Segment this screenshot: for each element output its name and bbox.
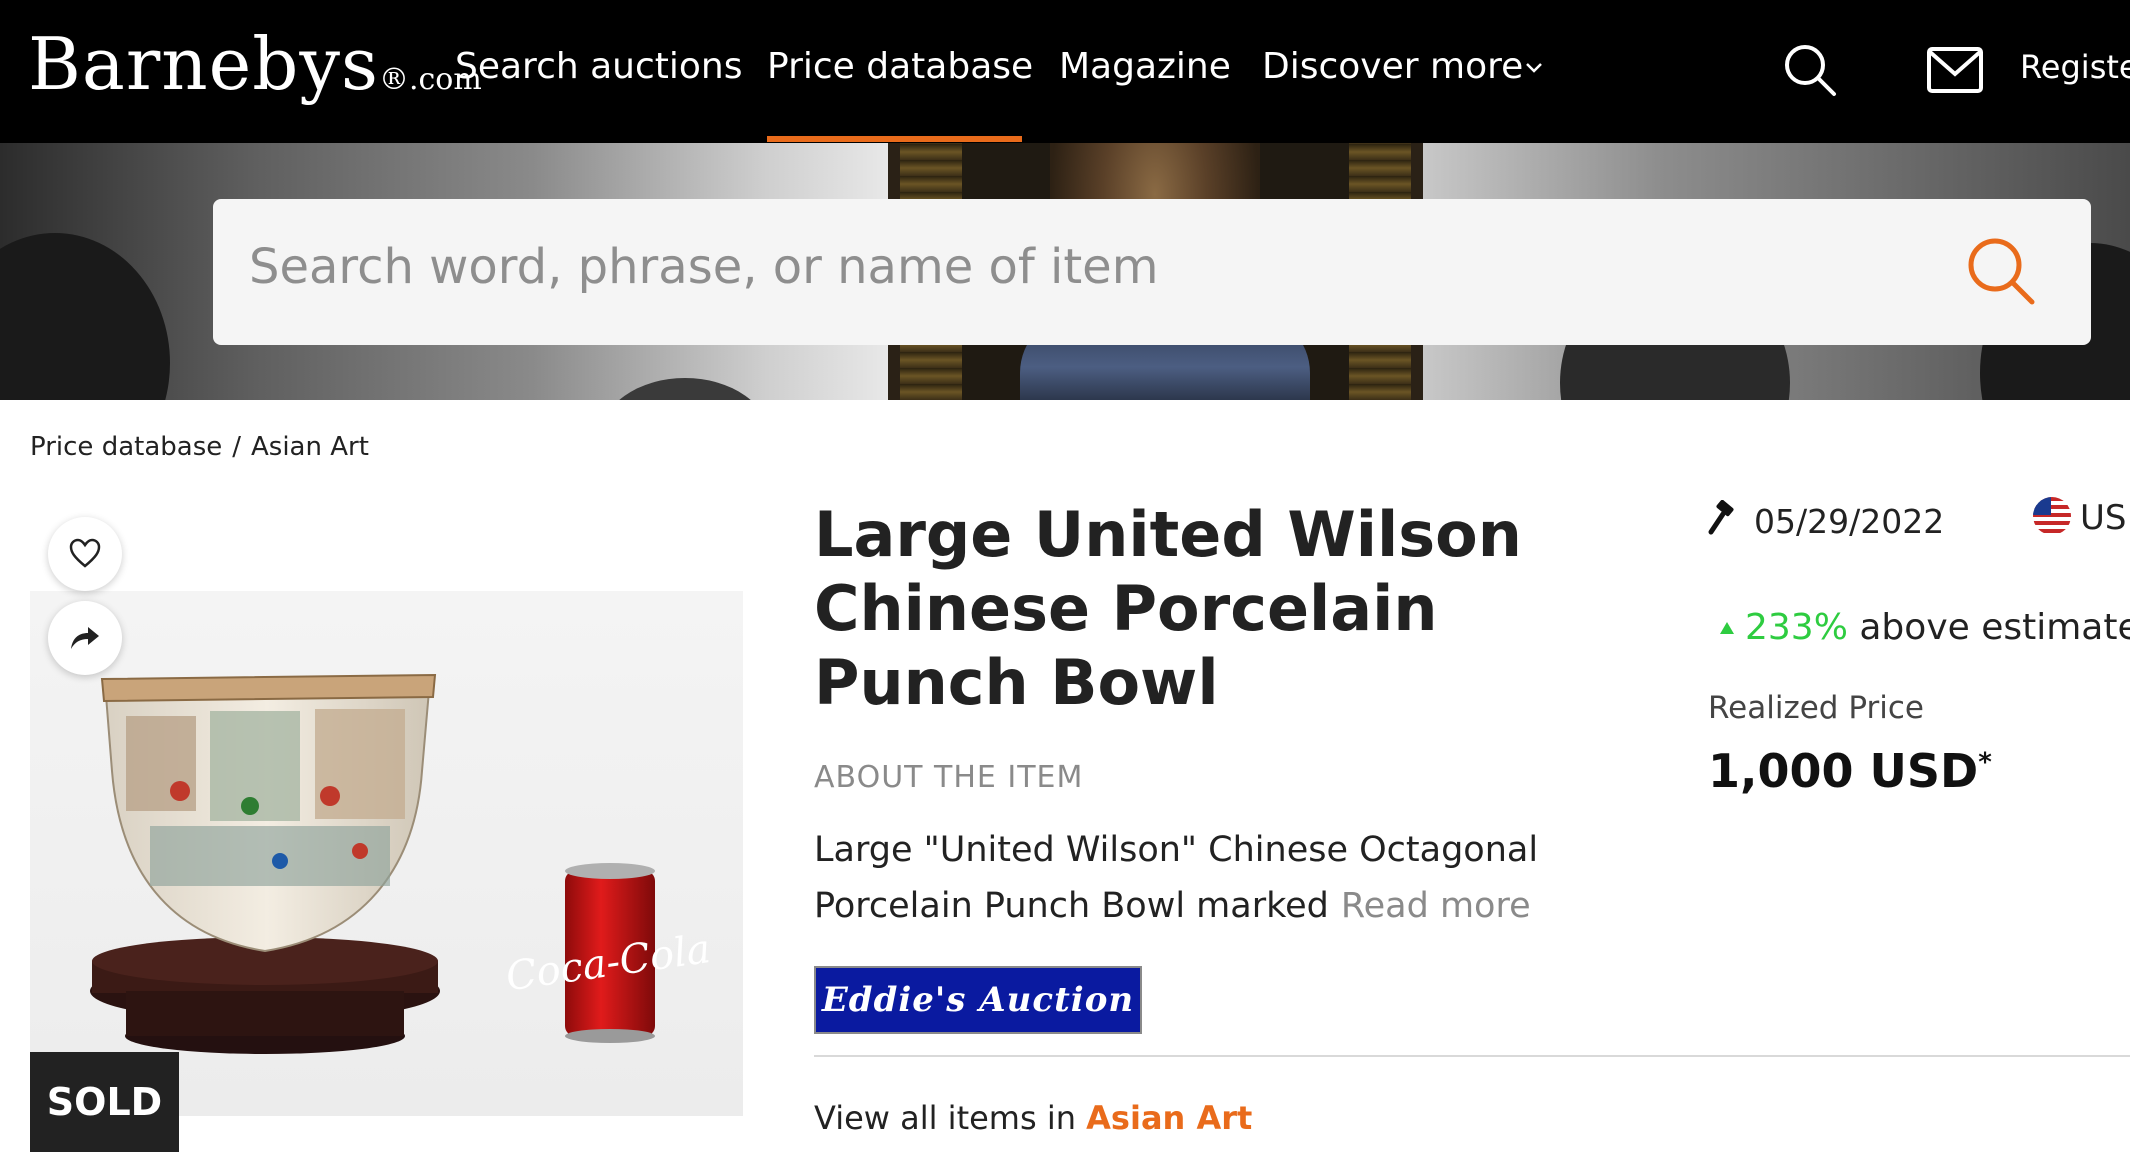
chevron-down-icon[interactable] [1524,58,1544,78]
nav-search-auctions[interactable]: Search auctions [455,46,743,87]
about-item-heading: ABOUT THE ITEM [814,760,1084,795]
heart-icon [69,538,101,568]
gavel-icon [1708,500,1734,535]
breadcrumb-price-database[interactable]: Price database [30,432,222,462]
item-description: Large "United Wilson" Chinese Octagonal … [814,822,1614,934]
top-navigation: Barnebys®.com Search auctions Price data… [0,0,2130,143]
logo-text: Barnebys [28,22,379,106]
view-all-category-link[interactable]: Asian Art [1086,1099,1252,1137]
mail-icon[interactable] [1926,46,1984,94]
nav-discover-more[interactable]: Discover more [1262,46,1523,87]
us-flag-icon[interactable] [2033,497,2071,535]
item-image[interactable]: Coca-Cola [30,591,743,1116]
realized-price-value: 1,000 USD [1708,744,1979,798]
barnebys-logo[interactable]: Barnebys®.com [28,22,482,106]
coke-can: Coca-Cola [503,863,713,1043]
item-title: Large United Wilson Chinese Porcelain Pu… [814,498,1522,719]
punch-bowl-photo: Coca-Cola [90,673,713,1054]
view-all-prefix: View all items in [814,1099,1076,1137]
share-icon [71,627,99,649]
realized-price-label: Realized Price [1708,690,1924,726]
sold-badge: SOLD [30,1052,179,1152]
active-nav-underline [767,136,1022,142]
divider [814,1055,2130,1057]
realized-price: 1,000 USD* [1708,744,1992,798]
auction-house-logo[interactable]: Eddie's Auction [814,966,1142,1034]
hero-silhouette-left [0,233,170,400]
search-input[interactable] [249,239,1849,295]
search-icon[interactable] [1782,42,1838,98]
currency-selector[interactable]: US [2080,498,2126,538]
favorite-button[interactable] [48,517,122,591]
breadcrumb-asian-art[interactable]: Asian Art [251,432,369,462]
breadcrumb-separator: / [232,432,241,462]
sale-date: 05/29/2022 [1754,502,1945,541]
breadcrumb: Price database / Asian Art [30,432,369,462]
view-all-items: View all items in Asian Art [814,1099,1252,1137]
estimate-text: above estimate [1859,607,2130,648]
register-link[interactable]: Registe [2020,48,2130,86]
estimate-comparison: 233% above estimate [1745,607,2130,648]
nav-price-database[interactable]: Price database [767,46,1033,87]
share-button[interactable] [48,601,122,675]
read-more-link[interactable]: Read more [1341,886,1531,926]
realized-price-footnote: * [1978,747,1992,778]
estimate-percentage: 233% [1745,607,1848,648]
nav-magazine[interactable]: Magazine [1059,46,1231,87]
search-icon[interactable] [1964,234,2040,310]
search-box [213,199,2091,345]
arrow-up-icon [1720,622,1734,634]
hero-silhouette-center [600,378,770,400]
